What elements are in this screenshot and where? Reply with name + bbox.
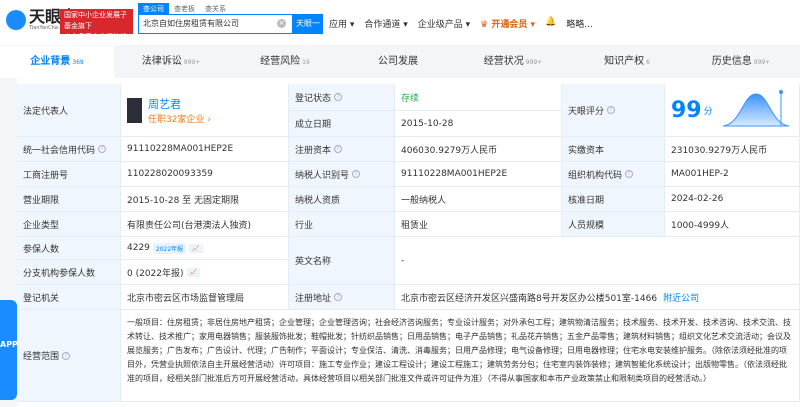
tab-risk[interactable]: 经营风险16 — [228, 46, 342, 78]
paid-value: 231030.9279万人民币 — [665, 137, 800, 162]
logo-icon — [6, 10, 26, 30]
badge-line1: 国家中小企业发展子基金旗下 — [64, 10, 129, 32]
tab-development[interactable]: 公司发展 — [342, 46, 456, 78]
staff-label: 人员规模 — [562, 212, 665, 237]
help-icon[interactable]: ? — [334, 93, 342, 101]
term-value: 2015-10-28 至 无固定期限 — [121, 187, 289, 212]
help-icon[interactable]: ? — [334, 293, 342, 301]
addr-label: 注册地址? — [289, 285, 395, 310]
info-table: 法定代表人 周艺君任职32家企业 › 登记状态? 存续 成立日期 2015-10… — [17, 78, 800, 407]
legal-rep: 周艺君任职32家企业 › — [121, 84, 289, 137]
authority-label: 登记机关 — [17, 285, 121, 310]
help-icon[interactable]: ? — [334, 145, 342, 153]
nearby-companies-link[interactable]: 附近公司 — [663, 291, 699, 304]
status-label: 登记状态? — [289, 84, 395, 111]
tab-background[interactable]: 企业背景369 — [0, 46, 114, 78]
paid-label: 实缴资本 — [562, 137, 665, 162]
nav-apps[interactable]: 应用 ▾ — [329, 17, 354, 30]
biz-no-label: 工商注册号 — [17, 162, 121, 187]
status-value: 存续 — [395, 84, 562, 111]
tax-label: 纳税人识别号? — [289, 162, 395, 187]
nav-vip[interactable]: ♛ 开通会员 ▾ — [480, 17, 535, 30]
score[interactable]: 99分 — [665, 84, 800, 137]
annual-report-tag[interactable]: 2022年报 — [153, 243, 186, 254]
trend-chart-icon[interactable]: 📈 — [189, 244, 202, 253]
search-input[interactable]: 北京自如住房租赁有限公司 × — [138, 14, 293, 34]
score-distribution-icon — [721, 88, 791, 132]
industry-value: 租赁业 — [395, 212, 562, 237]
addr: 北京市密云区经济开发区兴盛南路8号开发区办公楼501室-1466 附近公司 — [395, 285, 800, 310]
reg-cap-label: 注册资本? — [289, 137, 395, 162]
ins-value: 4229 — [127, 243, 150, 253]
help-icon[interactable]: ? — [607, 106, 615, 114]
tab-ip[interactable]: 知识产权6 — [570, 46, 684, 78]
industry-label: 行业 — [289, 212, 395, 237]
help-icon[interactable]: ? — [98, 145, 106, 153]
credit-value: 91110228MA001HEP2E — [121, 137, 289, 162]
org-label: 组织机构代码? — [562, 162, 665, 187]
search-button[interactable]: 天眼一下 — [293, 14, 323, 34]
scope-label: 经营范围? — [17, 310, 121, 402]
branch: 0 (2022年报)📈 — [121, 260, 289, 285]
score-value: 99 — [671, 98, 702, 123]
biz-no-value: 110228020093359 — [121, 162, 289, 187]
app-label: APP — [0, 340, 18, 349]
help-icon[interactable]: ? — [62, 352, 70, 360]
scope-value: 一般项目：住房租赁；非居住房地产租赁；企业管理；企业管理咨询；社会经济咨询服务；… — [121, 310, 800, 402]
section-tabs: 企业背景369 法律诉讼999+ 经营风险16 公司发展 经营状况999+ 知识… — [0, 46, 800, 78]
tab-operation[interactable]: 经营状况999+ — [456, 46, 570, 78]
staff-value: 1000-4999人 — [665, 212, 800, 237]
app-download-widget[interactable]: APP — [0, 300, 17, 400]
term-label: 营业期限 — [17, 187, 121, 212]
en-value: - — [395, 237, 800, 285]
tab-legal[interactable]: 法律诉讼999+ — [114, 46, 228, 78]
score-label: 天眼评分? — [562, 84, 665, 137]
bell-icon[interactable]: 🔔 — [545, 17, 556, 30]
addr-value: 北京市密云区经济开发区兴盛南路8号开发区办公楼501室-1466 — [401, 291, 657, 304]
branch-label: 分支机构参保人数 — [17, 260, 121, 285]
found-value: 2015-10-28 — [395, 111, 562, 137]
authority-value: 北京市密云区市场监督管理局 — [121, 285, 289, 310]
taxq-value: 一般纳税人 — [395, 187, 562, 212]
score-unit: 分 — [704, 104, 713, 117]
nav-user[interactable]: 略略... — [566, 17, 593, 30]
credit-label: 统一社会信用代码? — [17, 137, 121, 162]
legal-rep-label: 法定代表人 — [17, 84, 121, 137]
nav-partner[interactable]: 合作通道 ▾ — [364, 17, 407, 30]
search-value: 北京自如住房租赁有限公司 — [143, 19, 239, 28]
ins: 42292022年报📈 — [121, 237, 289, 260]
en-label: 英文名称 — [289, 237, 395, 285]
tax-value: 91110228MA001HEP2E — [395, 162, 562, 187]
taxq-label: 纳税人资质 — [289, 187, 395, 212]
avatar[interactable] — [127, 98, 142, 123]
nav-enterprise[interactable]: 企业级产品 ▾ — [418, 17, 470, 30]
reg-cap-value: 406030.9279万人民币 — [395, 137, 562, 162]
branch-value: 0 (2022年报) — [127, 266, 184, 279]
org-value: MA001HEP-2 — [665, 162, 800, 187]
legal-rep-name[interactable]: 周艺君 — [148, 96, 211, 112]
header: 天眼查TianYanCha.com 国家中小企业发展子基金旗下官方备案企业征信机… — [0, 0, 800, 45]
appr-label: 核准日期 — [562, 187, 665, 212]
help-icon[interactable]: ? — [352, 170, 360, 178]
found-label: 成立日期 — [289, 111, 395, 137]
appr-value: 2024-02-26 — [665, 187, 800, 212]
legal-rep-jobs-link[interactable]: 任职32家企业 › — [148, 112, 211, 125]
type-value: 有限责任公司(台港澳法人独资) — [121, 212, 289, 237]
type-label: 企业类型 — [17, 212, 121, 237]
ins-label: 参保人数 — [17, 237, 121, 260]
tab-history[interactable]: 历史信息999+ — [684, 46, 798, 78]
trend-chart-icon[interactable]: 📈 — [187, 268, 200, 277]
help-icon[interactable]: ? — [625, 170, 633, 178]
clear-icon[interactable]: × — [277, 19, 286, 28]
fund-badge[interactable]: 国家中小企业发展子基金旗下官方备案企业征信机构 — [60, 9, 133, 34]
